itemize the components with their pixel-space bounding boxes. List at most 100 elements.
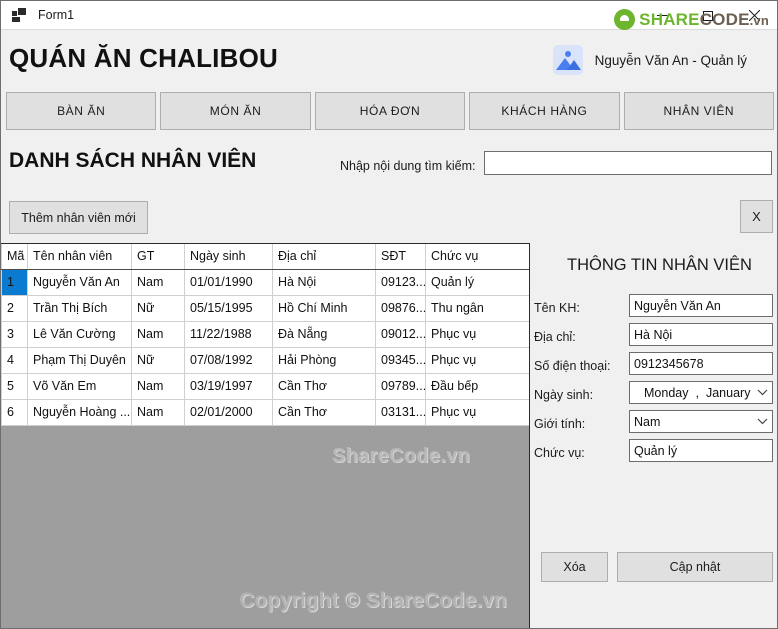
cell-chucvu[interactable]: Phục vụ bbox=[425, 346, 529, 374]
tab-hoa-don[interactable]: HÓA ĐƠN bbox=[314, 92, 466, 130]
cell-gt[interactable]: Nữ bbox=[131, 346, 185, 374]
cell-gt[interactable]: Nam bbox=[131, 268, 185, 296]
cell-chucvu[interactable]: Đầu bếp bbox=[425, 372, 529, 400]
cell-chucvu[interactable]: Quản lý bbox=[425, 268, 529, 296]
cell-diachi[interactable]: Hà Nội bbox=[272, 268, 376, 296]
cell-ten[interactable]: Phạm Thị Duyên bbox=[27, 346, 132, 374]
cell-sdt[interactable]: 09789... bbox=[375, 372, 426, 400]
table-row[interactable]: 1 Nguyễn Văn An Nam 01/01/1990 Hà Nội 09… bbox=[1, 268, 529, 296]
minimize-icon[interactable] bbox=[639, 1, 685, 30]
datepicker-ngay-sinh[interactable]: Monday , January bbox=[629, 381, 773, 404]
cell-diachi[interactable]: Cần Thơ bbox=[272, 398, 376, 426]
label-so-dien-thoai: Số điện thoại: bbox=[534, 359, 611, 373]
column-header-ngaysinh[interactable]: Ngày sinh bbox=[184, 244, 273, 270]
tab-ban-an[interactable]: BÀN ĂN bbox=[6, 92, 157, 130]
input-dia-chi[interactable] bbox=[629, 323, 773, 346]
cell-ma[interactable]: 4 bbox=[1, 346, 28, 374]
close-icon[interactable] bbox=[731, 1, 777, 30]
chevron-down-icon[interactable] bbox=[757, 389, 768, 396]
search-input[interactable] bbox=[484, 151, 772, 175]
cell-sdt[interactable]: 03131... bbox=[375, 398, 426, 426]
employee-table-container[interactable]: Mã Tên nhân viên GT Ngày sinh Địa chỉ SĐ… bbox=[1, 243, 530, 628]
input-so-dien-thoai[interactable] bbox=[629, 352, 773, 375]
delete-button[interactable]: Xóa bbox=[541, 552, 608, 582]
cell-chucvu[interactable]: Phục vụ bbox=[425, 398, 529, 426]
tab-mon-an[interactable]: MÓN ĂN bbox=[160, 92, 311, 130]
table-header-row: Mã Tên nhân viên GT Ngày sinh Địa chỉ SĐ… bbox=[1, 244, 529, 270]
gender-value: Nam bbox=[634, 414, 661, 429]
column-header-ten[interactable]: Tên nhân viên bbox=[27, 244, 132, 270]
column-header-ma[interactable]: Mã bbox=[1, 244, 28, 270]
input-ten-kh[interactable] bbox=[629, 294, 773, 317]
title-bar: Form1 bbox=[1, 1, 777, 30]
cell-gt[interactable]: Nam bbox=[131, 372, 185, 400]
update-button[interactable]: Cập nhật bbox=[617, 552, 773, 582]
cell-ten[interactable]: Võ Văn Em bbox=[27, 372, 132, 400]
cell-gt[interactable]: Nam bbox=[131, 320, 185, 348]
column-header-diachi[interactable]: Địa chỉ bbox=[272, 244, 376, 270]
cell-ngaysinh[interactable]: 11/22/1988 bbox=[184, 320, 273, 348]
column-header-sdt[interactable]: SĐT bbox=[375, 244, 426, 270]
cell-ten[interactable]: Trần Thị Bích bbox=[27, 294, 132, 322]
table-row[interactable]: 4 Phạm Thị Duyên Nữ 07/08/1992 Hải Phòng… bbox=[1, 346, 529, 374]
label-gioi-tinh: Giới tính: bbox=[534, 417, 586, 431]
add-employee-button[interactable]: Thêm nhân viên mới bbox=[9, 201, 148, 234]
column-header-chucvu[interactable]: Chức vụ bbox=[425, 244, 529, 270]
cell-sdt[interactable]: 09012... bbox=[375, 320, 426, 348]
cell-ten[interactable]: Nguyễn Hoàng ... bbox=[27, 398, 132, 426]
current-user-box[interactable]: Nguyễn Văn An - Quản lý bbox=[552, 45, 747, 75]
main-navigation: BÀN ĂN MÓN ĂN HÓA ĐƠN KHÁCH HÀNG NHÂN VI… bbox=[6, 92, 775, 130]
cell-ma[interactable]: 6 bbox=[1, 398, 28, 426]
label-ten-kh: Tên KH: bbox=[534, 301, 580, 315]
dropdown-gioi-tinh[interactable]: Nam bbox=[629, 410, 773, 433]
column-header-gt[interactable]: GT bbox=[131, 244, 185, 270]
user-avatar-image-icon bbox=[552, 45, 583, 75]
cell-ngaysinh[interactable]: 01/01/1990 bbox=[184, 268, 273, 296]
cell-sdt[interactable]: 09876... bbox=[375, 294, 426, 322]
cell-diachi[interactable]: Cần Thơ bbox=[272, 372, 376, 400]
window-title: Form1 bbox=[38, 8, 75, 22]
search-label: Nhập nội dung tìm kiếm: bbox=[340, 159, 476, 173]
page-title: QUÁN ĂN CHALIBOU bbox=[9, 43, 278, 73]
chevron-down-icon[interactable] bbox=[757, 418, 768, 425]
window-controls bbox=[639, 1, 777, 30]
cell-ten[interactable]: Nguyễn Văn An bbox=[27, 268, 132, 296]
maximize-icon[interactable] bbox=[685, 1, 731, 30]
cell-sdt[interactable]: 09123... bbox=[375, 268, 426, 296]
cell-ngaysinh[interactable]: 07/08/1992 bbox=[184, 346, 273, 374]
cell-diachi[interactable]: Hồ Chí Minh bbox=[272, 294, 376, 322]
table-row[interactable]: 5 Võ Văn Em Nam 03/19/1997 Cần Thơ 09789… bbox=[1, 372, 529, 400]
cell-gt[interactable]: Nam bbox=[131, 398, 185, 426]
cell-ma[interactable]: 2 bbox=[1, 294, 28, 322]
close-panel-button[interactable]: X bbox=[740, 200, 773, 233]
dob-month-value: January bbox=[705, 385, 751, 400]
table-row[interactable]: 3 Lê Văn Cường Nam 11/22/1988 Đà Nẵng 09… bbox=[1, 320, 529, 348]
cell-chucvu[interactable]: Thu ngân bbox=[425, 294, 529, 322]
tab-khach-hang[interactable]: KHÁCH HÀNG bbox=[469, 92, 620, 130]
label-dia-chi: Địa chỉ: bbox=[534, 330, 576, 344]
cell-gt[interactable]: Nữ bbox=[131, 294, 185, 322]
section-title: DANH SÁCH NHÂN VIÊN bbox=[9, 149, 257, 172]
cell-ngaysinh[interactable]: 05/15/1995 bbox=[184, 294, 273, 322]
label-ngay-sinh: Ngày sinh: bbox=[534, 388, 594, 402]
table-row[interactable]: 2 Trần Thị Bích Nữ 05/15/1995 Hồ Chí Min… bbox=[1, 294, 529, 322]
table-row[interactable]: 6 Nguyễn Hoàng ... Nam 02/01/2000 Cần Th… bbox=[1, 398, 529, 426]
cell-diachi[interactable]: Đà Nẵng bbox=[272, 320, 376, 348]
label-chuc-vu: Chức vụ: bbox=[534, 446, 585, 460]
dob-day-value: Monday bbox=[644, 385, 689, 400]
cell-ma[interactable]: 1 bbox=[1, 268, 28, 296]
cell-diachi[interactable]: Hải Phòng bbox=[272, 346, 376, 374]
tab-nhan-vien[interactable]: NHÂN VIÊN bbox=[623, 92, 775, 130]
cell-ma[interactable]: 5 bbox=[1, 372, 28, 400]
form-icon bbox=[12, 7, 28, 23]
cell-sdt[interactable]: 09345... bbox=[375, 346, 426, 374]
input-chuc-vu[interactable] bbox=[629, 439, 773, 462]
cell-ngaysinh[interactable]: 03/19/1997 bbox=[184, 372, 273, 400]
employee-table: Mã Tên nhân viên GT Ngày sinh Địa chỉ SĐ… bbox=[1, 244, 529, 426]
cell-ten[interactable]: Lê Văn Cường bbox=[27, 320, 132, 348]
cell-ngaysinh[interactable]: 02/01/2000 bbox=[184, 398, 273, 426]
cell-ma[interactable]: 3 bbox=[1, 320, 28, 348]
detail-panel-title: THÔNG TIN NHÂN VIÊN bbox=[567, 256, 752, 274]
user-name-label: Nguyễn Văn An - Quản lý bbox=[594, 52, 747, 68]
cell-chucvu[interactable]: Phục vụ bbox=[425, 320, 529, 348]
